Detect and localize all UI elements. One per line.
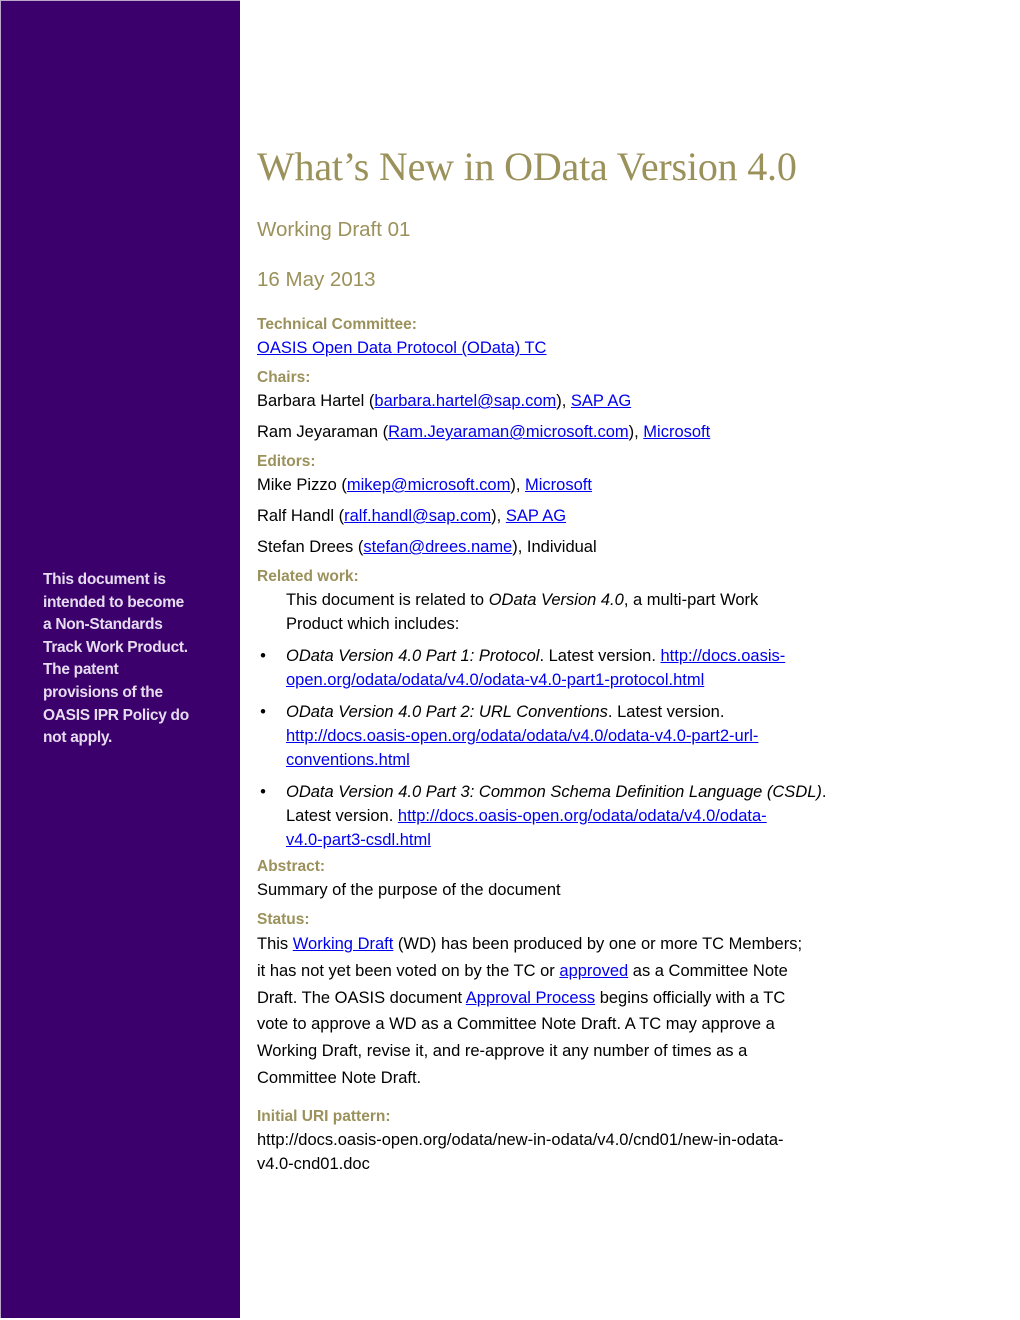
technical-committee-link[interactable]: OASIS Open Data Protocol (OData) TC: [257, 339, 546, 357]
list-item: • OData Version 4.0 Part 3: Common Schem…: [257, 780, 877, 852]
editor-email-link[interactable]: stefan@drees.name: [363, 538, 512, 556]
editor-entry: Ralf Handl (ralf.handl@sap.com), SAP AG: [257, 507, 567, 525]
part-title: OData Version 4.0 Part 3: Common Schema …: [286, 783, 822, 801]
uri-pattern-label: Initial URI pattern:: [257, 1107, 391, 1125]
list-item: • OData Version 4.0 Part 1: Protocol. La…: [257, 644, 877, 692]
text: This: [257, 935, 293, 953]
chairs-label: Chairs:: [257, 369, 311, 386]
text: .: [821, 783, 827, 801]
text: as a Committee Note: [628, 961, 788, 980]
sidebar-note-line: a Non-Standards: [43, 616, 163, 634]
bullet-icon: •: [260, 647, 266, 665]
document-date: 16 May 2013: [257, 268, 376, 291]
editors-label: Editors:: [257, 453, 316, 470]
text: Draft. The OASIS document: [257, 988, 466, 1007]
part-url-link[interactable]: open.org/odata/odata/v4.0/odata-v4.0-par…: [286, 671, 704, 689]
uri-pattern-text: http://docs.oasis-open.org/odata/new-in-…: [257, 1130, 784, 1149]
text: Product which includes:: [286, 615, 460, 633]
part-url-link[interactable]: http://docs.oasis-open.org/odata/odata/v…: [398, 807, 767, 825]
sidebar-note: This document is intended to become a No…: [43, 569, 233, 750]
editor-name: Mike Pizzo: [257, 476, 337, 494]
approved-link[interactable]: approved: [559, 962, 628, 980]
chair-entry: Ram Jeyaraman (Ram.Jeyaraman@microsoft.c…: [257, 423, 711, 441]
abstract-text: Summary of the purpose of the document: [257, 881, 561, 899]
odata-spec-name: OData Version 4.0: [488, 591, 624, 609]
chair-name: Barbara Hartel: [257, 392, 365, 410]
sidebar-panel: This document is intended to become a No…: [0, 0, 240, 1318]
bullet-icon: •: [260, 703, 266, 721]
related-work-intro: This document is related to OData Versio…: [257, 588, 877, 636]
part-url-link[interactable]: http://docs.oasis-open.org/odata/odata/v…: [286, 727, 758, 745]
editor-org-link[interactable]: Microsoft: [525, 476, 592, 494]
related-work-list: • OData Version 4.0 Part 1: Protocol. La…: [257, 644, 877, 852]
text: . Latest version.: [539, 647, 661, 665]
chair-org-link[interactable]: SAP AG: [571, 392, 631, 410]
chair-name: Ram Jeyaraman: [257, 423, 379, 441]
editor-name: Stefan Drees: [257, 538, 354, 556]
bullet-icon: •: [260, 783, 266, 801]
editor-email-link[interactable]: ralf.handl@sap.com: [344, 507, 491, 525]
chair-entry: Barbara Hartel (barbara.hartel@sap.com),…: [257, 392, 632, 410]
text: , a multi-part Work: [623, 591, 759, 609]
sidebar-note-line: This document is: [43, 571, 166, 588]
part-title: OData Version 4.0 Part 1: Protocol: [286, 647, 540, 665]
list-item: • OData Version 4.0 Part 2: URL Conventi…: [257, 700, 877, 772]
sidebar-note-line: intended to become: [43, 593, 185, 611]
part-url-link[interactable]: conventions.html: [286, 751, 410, 769]
chair-email-link[interactable]: barbara.hartel@sap.com: [374, 392, 556, 410]
related-work-label: Related work:: [257, 568, 359, 585]
uri-pattern-text: v4.0-cnd01.doc: [257, 1154, 370, 1173]
chair-email-link[interactable]: Ram.Jeyaraman@microsoft.com: [388, 423, 628, 441]
editor-name: Ralf Handl: [257, 507, 335, 525]
sidebar-note-line: not apply.: [43, 729, 113, 747]
sidebar-note-line: OASIS IPR Policy do: [43, 706, 189, 724]
abstract-label: Abstract:: [257, 858, 326, 875]
text: This document is related to: [286, 591, 489, 609]
status-label: Status:: [257, 911, 310, 928]
text: Latest version.: [286, 807, 398, 825]
status-text: This Working Draft (WD) has been produce…: [257, 931, 877, 1092]
editor-org: Individual: [526, 538, 597, 556]
text: it has not yet been voted on by the TC o…: [257, 961, 560, 980]
editor-org-link[interactable]: SAP AG: [506, 507, 566, 525]
chair-org-link[interactable]: Microsoft: [643, 423, 710, 441]
text: . Latest version.: [607, 703, 725, 721]
text: Working Draft, revise it, and re-approve…: [257, 1042, 748, 1061]
part-url-link[interactable]: v4.0-part3-csdl.html: [286, 831, 431, 849]
document-title: What’s New in OData Version 4.0: [257, 144, 797, 189]
text: Committee Note Draft.: [257, 1068, 422, 1087]
editor-entry: Stefan Drees (stefan@drees.name), Indivi…: [257, 538, 597, 556]
part-title: OData Version 4.0 Part 2: URL Convention…: [286, 703, 608, 721]
sidebar-note-line: provisions of the: [43, 683, 163, 701]
text: vote to approve a WD as a Committee Note…: [257, 1015, 775, 1034]
text: (WD) has been produced by one or more TC…: [393, 935, 803, 953]
editor-entry: Mike Pizzo (mikep@microsoft.com), Micros…: [257, 476, 592, 494]
editor-email-link[interactable]: mikep@microsoft.com: [347, 476, 510, 494]
sidebar-note-line: The patent: [43, 661, 119, 679]
approval-process-link[interactable]: Approval Process: [466, 989, 595, 1007]
document-metadata: Technical Committee: OASIS Open Data Pro…: [257, 314, 877, 1176]
technical-committee-label: Technical Committee:: [257, 316, 417, 333]
working-draft-link[interactable]: Working Draft: [293, 935, 394, 953]
text: begins officially with a TC: [595, 988, 786, 1007]
sidebar-note-line: Track Work Product.: [43, 638, 188, 656]
part-url-link[interactable]: http://docs.oasis-: [661, 647, 786, 665]
document-stage: Working Draft 01: [257, 218, 411, 241]
